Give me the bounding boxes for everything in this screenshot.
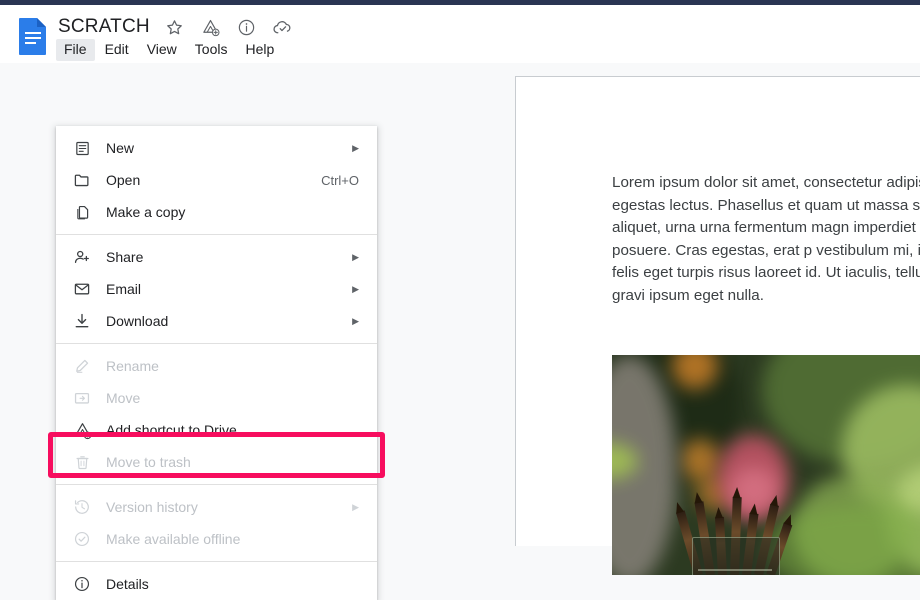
menu-separator — [56, 561, 377, 562]
menu-item-rename[interactable]: Rename — [56, 350, 377, 382]
docs-header: SCRATCH File Edit View Tools Help — [0, 5, 920, 63]
offline-check-icon — [72, 529, 92, 549]
chevron-right-icon: ▶ — [352, 252, 359, 262]
info-icon — [72, 574, 92, 594]
menu-item-label: Make available offline — [106, 531, 241, 547]
menu-separator — [56, 343, 377, 344]
folder-icon — [72, 170, 92, 190]
add-shortcut-to-drive-icon[interactable] — [200, 16, 222, 38]
menu-item-move[interactable]: Move — [56, 382, 377, 414]
page-title[interactable]: SCRATCH — [58, 16, 150, 38]
menu-separator — [56, 234, 377, 235]
cloud-check-icon[interactable] — [272, 16, 294, 38]
menu-item-make-available-offline[interactable]: Make available offline — [56, 523, 377, 555]
menu-item-label: New — [106, 140, 135, 156]
document-inline-image[interactable] — [612, 355, 920, 575]
menu-item-label: Rename — [106, 358, 159, 374]
menu-item-shortcut: Ctrl+O — [321, 172, 359, 188]
menubar-item-tools[interactable]: Tools — [187, 39, 236, 61]
menu-item-download[interactable]: Download ▶ — [56, 305, 377, 337]
menu-item-details[interactable]: Details — [56, 568, 377, 600]
menu-item-label: Make a copy — [106, 204, 186, 220]
star-icon[interactable] — [164, 16, 186, 38]
menu-item-new[interactable]: New ▶ — [56, 132, 377, 164]
chevron-right-icon: ▶ — [352, 284, 359, 294]
trash-icon — [72, 452, 92, 472]
envelope-icon — [72, 279, 92, 299]
add-shortcut-to-drive-icon — [72, 420, 92, 440]
chevron-right-icon: ▶ — [352, 316, 359, 326]
menubar-item-file[interactable]: File — [56, 39, 95, 61]
menu-item-email[interactable]: Email ▶ — [56, 273, 377, 305]
move-folder-icon — [72, 388, 92, 408]
menubar-item-view[interactable]: View — [139, 39, 185, 61]
menu-item-move-to-trash[interactable]: Move to trash — [56, 446, 377, 478]
menu-item-add-shortcut-to-drive[interactable]: Add shortcut to Drive — [56, 414, 377, 446]
menu-item-label: Open — [106, 172, 141, 188]
menu-item-make-a-copy[interactable]: Make a copy — [56, 196, 377, 228]
menu-item-label: Move — [106, 390, 141, 406]
menubar-item-edit[interactable]: Edit — [97, 39, 137, 61]
file-menu-dropdown[interactable]: New ▶ Open Ctrl+O Make a copy Share ▶ Em… — [56, 126, 377, 600]
menu-item-label: Share — [106, 249, 144, 265]
menu-item-open[interactable]: Open Ctrl+O — [56, 164, 377, 196]
person-add-icon — [72, 247, 92, 267]
info-icon[interactable] — [236, 16, 258, 38]
menu-item-label: Download — [106, 313, 169, 329]
menu-item-label: Version history — [106, 499, 198, 515]
document-workspace: Lorem ipsum dolor sit amet, consectetur … — [0, 63, 920, 600]
menu-item-version-history[interactable]: Version history ▶ — [56, 491, 377, 523]
docs-document-icon[interactable] — [18, 17, 48, 55]
chevron-right-icon: ▶ — [352, 143, 359, 153]
document-page[interactable]: Lorem ipsum dolor sit amet, consectetur … — [515, 76, 920, 575]
menubar-item-help[interactable]: Help — [237, 39, 282, 61]
copy-icon — [72, 202, 92, 222]
document-paragraph: Lorem ipsum dolor sit amet, consectetur … — [612, 174, 920, 304]
title-row: SCRATCH — [58, 13, 294, 41]
google-docs-app: SCRATCH File Edit View Tools Help Lorem … — [0, 5, 920, 600]
download-icon — [72, 311, 92, 331]
menubar: File Edit View Tools Help — [56, 39, 284, 61]
pencil-icon — [72, 356, 92, 376]
menu-item-label: Add shortcut to Drive — [106, 422, 237, 438]
menu-item-label: Move to trash — [106, 454, 191, 470]
menu-item-share[interactable]: Share ▶ — [56, 241, 377, 273]
menu-item-label: Details — [106, 576, 149, 592]
new-document-icon — [72, 138, 92, 158]
menu-separator — [56, 484, 377, 485]
document-body[interactable]: Lorem ipsum dolor sit amet, consectetur … — [612, 172, 920, 307]
history-clock-icon — [72, 497, 92, 517]
chevron-right-icon: ▶ — [352, 502, 359, 512]
menu-item-label: Email — [106, 281, 142, 297]
